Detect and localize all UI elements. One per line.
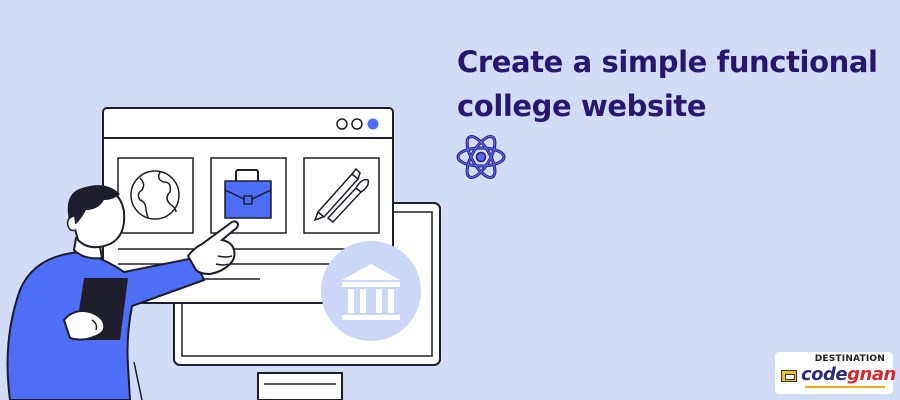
- logo-underline: [805, 386, 885, 388]
- react-atom-icon: [456, 135, 506, 179]
- window-dot-1: [336, 118, 348, 130]
- page-title: Create a simple functional college websi…: [457, 40, 887, 128]
- title-line-2: college website: [457, 89, 707, 123]
- college-building-icon: [321, 241, 421, 341]
- globe-icon: [130, 170, 180, 220]
- logo-badge-icon: [781, 370, 797, 382]
- window-dot-2: [351, 118, 363, 130]
- title-line-1: Create a simple functional: [457, 45, 878, 79]
- logo-main-text: codegnan: [801, 364, 896, 385]
- window-dot-3: [367, 118, 379, 130]
- logo-main-prefix: code: [801, 364, 848, 385]
- codegnan-logo[interactable]: DESTINATION codegnan: [775, 352, 896, 394]
- logo-top-text: DESTINATION: [814, 354, 885, 364]
- logo-main-suffix: gnan: [847, 364, 896, 385]
